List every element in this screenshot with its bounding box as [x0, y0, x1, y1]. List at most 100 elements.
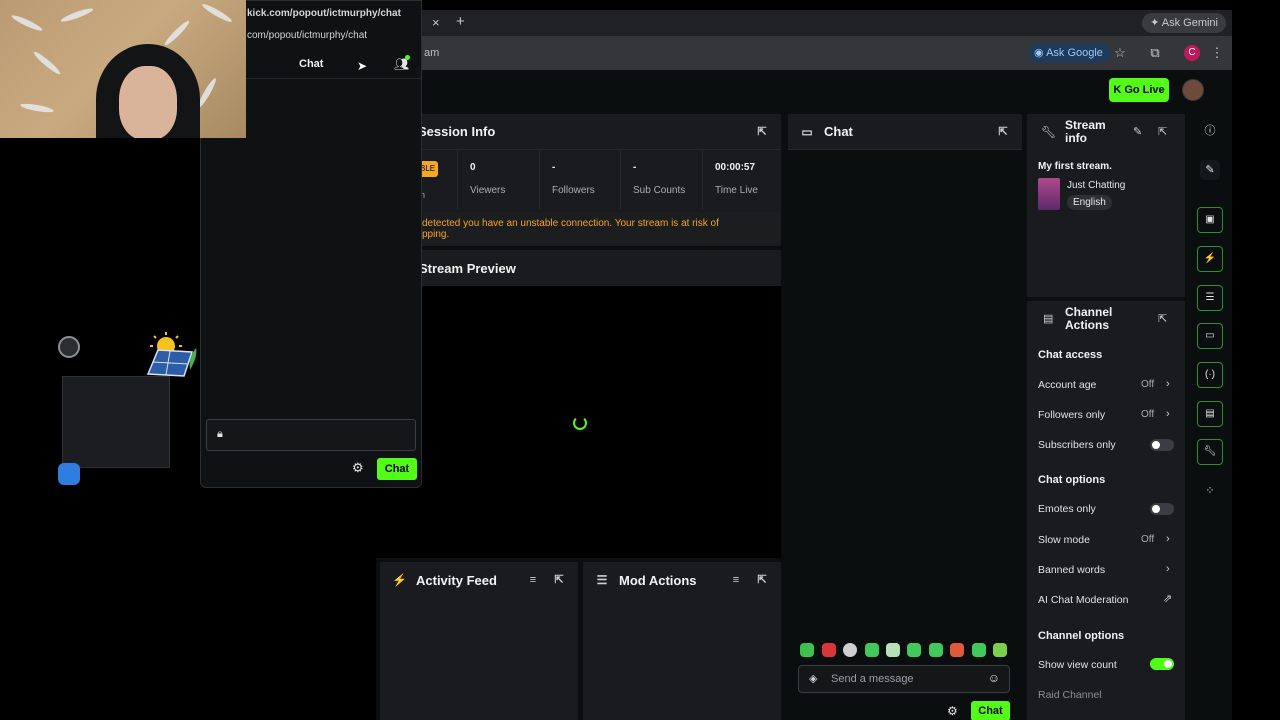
popout-icon[interactable]: ⇱: [755, 573, 769, 587]
ai-moderation-row[interactable]: AI Chat Moderation: [1038, 594, 1128, 606]
slow-mode-row[interactable]: Slow mode: [1038, 534, 1090, 546]
raid-channel-row[interactable]: Raid Channel: [1038, 689, 1102, 701]
emote-icon[interactable]: [886, 643, 900, 657]
info-icon[interactable]: ⓘ: [1200, 121, 1220, 141]
ask-gemini-button[interactable]: ✦ Ask Gemini: [1142, 13, 1226, 33]
loading-spinner-icon: [573, 416, 587, 430]
user-avatar[interactable]: [1182, 79, 1204, 101]
go-live-button[interactable]: K Go Live: [1109, 78, 1169, 102]
broadcast-rail-icon[interactable]: (·): [1197, 362, 1223, 388]
session-info-title: Session Info: [418, 124, 496, 139]
stat-time-live: 00:00:57 Time Live: [702, 150, 781, 210]
emoji-icon[interactable]: ☺: [988, 671, 1000, 685]
subscribers-only-toggle[interactable]: [1150, 439, 1174, 451]
window-thumbnail[interactable]: [62, 376, 170, 468]
new-tab-button[interactable]: +: [456, 13, 465, 30]
popout-chat-input[interactable]: 🔒︎: [206, 419, 416, 451]
show-view-count-toggle[interactable]: [1150, 658, 1174, 670]
stat-viewers: 0 Viewers: [457, 150, 539, 210]
stat-label: Viewers: [470, 185, 506, 196]
activity-rail-icon[interactable]: ⚡: [1197, 246, 1223, 272]
ask-google-button[interactable]: ◉ Ask Google: [1028, 43, 1111, 63]
popout-icon[interactable]: ⇱: [755, 125, 769, 139]
chat-settings-gear-icon[interactable]: ⚙: [947, 704, 958, 718]
channel-actions-rail-icon[interactable]: ▤: [1197, 401, 1223, 427]
bookmark-star-icon[interactable]: ☆: [1111, 44, 1129, 62]
profile-avatar[interactable]: C: [1184, 45, 1200, 61]
mod-actions-title: Mod Actions: [619, 572, 697, 588]
lightning-icon: ⚡: [392, 573, 407, 587]
chevron-right-icon[interactable]: ›: [1166, 378, 1170, 390]
chat-send-button[interactable]: Chat: [971, 701, 1010, 720]
session-info-rail-icon[interactable]: ▣: [1197, 207, 1223, 233]
slow-mode-value: Off: [1141, 534, 1155, 545]
mod-actions-rail-icon[interactable]: ☰: [1197, 285, 1223, 311]
session-stats-row: BLE n 0 Viewers - Followers - Sub Counts…: [376, 150, 781, 210]
emote-icon[interactable]: [865, 643, 879, 657]
decor-fish: [59, 6, 95, 24]
session-info-header: Session Info ⇱: [376, 114, 781, 150]
chat-rail-icon[interactable]: ▭: [1197, 323, 1223, 349]
emote-icon[interactable]: [822, 643, 836, 657]
chat-message-input[interactable]: ◈ Send a message ☺: [798, 665, 1010, 693]
category-name[interactable]: Just Chatting: [1067, 180, 1125, 191]
followers-only-row[interactable]: Followers only: [1038, 409, 1105, 421]
popout-icon[interactable]: ⇱: [996, 125, 1010, 139]
chevron-right-icon[interactable]: ›: [1166, 408, 1170, 420]
popout-icon[interactable]: ⇱: [1158, 125, 1167, 138]
emotes-only-row: Emotes only: [1038, 503, 1096, 515]
popout-icon[interactable]: ⇱: [1158, 312, 1167, 325]
stat-value: 0: [470, 162, 476, 173]
browser-menu-icon[interactable]: ⋮: [1208, 44, 1226, 62]
stream-preview-panel: Stream Preview: [376, 250, 781, 286]
emote-icon[interactable]: [950, 643, 964, 657]
warning-line-2: pping.: [422, 229, 450, 240]
person-face: [119, 66, 177, 138]
toggle-knob: [1164, 660, 1172, 668]
emote-icon[interactable]: [993, 643, 1007, 657]
emote-icon[interactable]: [907, 643, 921, 657]
stream-info-rail-icon[interactable]: 🔧︎: [1197, 439, 1223, 465]
decor-fish: [200, 1, 234, 25]
external-link-icon[interactable]: ⇗: [1163, 592, 1172, 605]
filter-icon[interactable]: ≡: [526, 573, 540, 587]
popout-chat-send-button[interactable]: Chat: [377, 458, 417, 480]
browser-toolbar: am ◉ Ask Google ☆ ⧉ C ⋮: [420, 36, 1232, 70]
filter-icon[interactable]: ≡: [729, 573, 743, 587]
tab-close-button[interactable]: ×: [432, 15, 440, 30]
chat-panel: ▭ Chat ⇱: [788, 114, 1022, 720]
popout-icon[interactable]: ⇱: [552, 573, 566, 587]
edit-pencil-icon[interactable]: ✎: [1133, 125, 1142, 138]
banned-words-row[interactable]: Banned words: [1038, 564, 1105, 576]
account-age-row[interactable]: Account age: [1038, 379, 1096, 391]
language-tag: English: [1067, 195, 1112, 210]
obs-desktop-icon[interactable]: [58, 336, 80, 358]
address-bar-text[interactable]: am: [424, 47, 439, 59]
solar-panel-desktop-icon[interactable]: [142, 330, 198, 378]
emote-icon[interactable]: [929, 643, 943, 657]
emote-icon[interactable]: [843, 643, 857, 657]
online-dot-icon: [405, 55, 410, 60]
apps-icon[interactable]: ⁘: [1200, 481, 1220, 501]
emote-icon[interactable]: [800, 643, 814, 657]
safari-desktop-icon[interactable]: [58, 463, 80, 485]
stat-value: -: [633, 162, 637, 173]
popout-settings-gear-icon[interactable]: ⚙: [352, 460, 364, 476]
ask-google-label: Ask Google: [1046, 47, 1103, 59]
channel-actions-icon: ▤: [1043, 313, 1054, 325]
stat-value: 00:00:57: [715, 162, 756, 173]
channel-actions-title-line2: Actions: [1065, 318, 1110, 332]
stream-preview-header: Stream Preview: [376, 250, 781, 286]
popout-url-bar[interactable]: com/popout/ictmurphy/chat: [247, 30, 367, 41]
mouse-cursor-icon: ➤: [357, 59, 368, 73]
chat-input-placeholder: Send a message: [831, 673, 914, 685]
chevron-right-icon[interactable]: ›: [1166, 533, 1170, 545]
emote-icon[interactable]: [972, 643, 986, 657]
extensions-icon[interactable]: ⧉: [1146, 44, 1164, 62]
chevron-right-icon[interactable]: ›: [1166, 563, 1170, 575]
activity-feed-title: Activity Feed: [416, 572, 497, 588]
emotes-only-toggle[interactable]: [1150, 503, 1174, 515]
popout-url-title: kick.com/popout/ictmurphy/chat: [247, 8, 401, 19]
stat-label: Sub Counts: [633, 185, 686, 196]
edit-icon[interactable]: ✎: [1200, 160, 1220, 180]
